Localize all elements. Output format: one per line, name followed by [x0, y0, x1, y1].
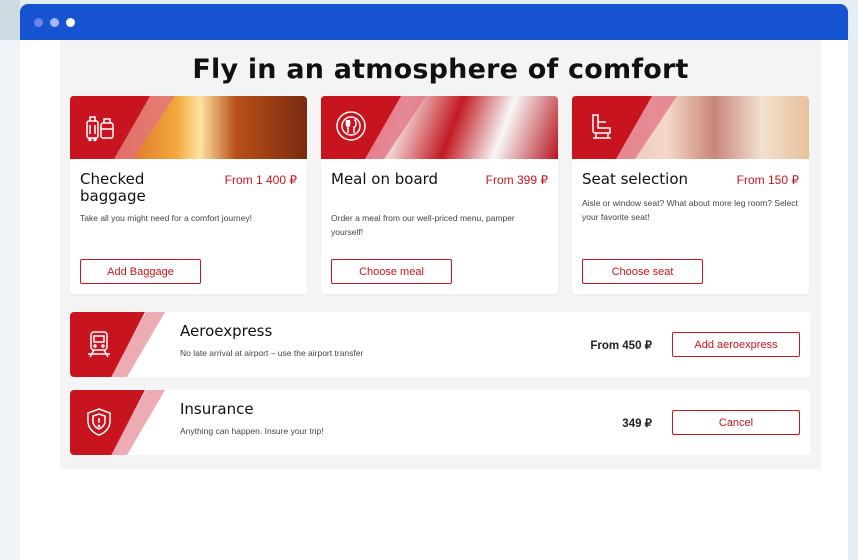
- choose-meal-button[interactable]: Choose meal: [331, 259, 452, 284]
- insurance-row: Insurance Anything can happen. Insure yo…: [70, 390, 810, 455]
- background-strip: [0, 0, 20, 560]
- window-titlebar: [20, 4, 848, 40]
- card-price: From 1 400 ₽: [224, 173, 297, 187]
- aeroexpress-row: Aeroexpress No late arrival at airport –…: [70, 312, 810, 377]
- seat-card-image: [572, 96, 809, 159]
- add-aeroexpress-button[interactable]: Add aeroexpress: [672, 332, 800, 357]
- seat-card: Seat selection From 150 ₽ Aisle or windo…: [572, 96, 809, 294]
- row-description: Anything can happen. Insure your trip!: [180, 426, 324, 436]
- row-title: Aeroexpress: [180, 322, 273, 340]
- baggage-card: Checked baggage From 1 400 ₽ Take all yo…: [70, 96, 307, 294]
- window-control-dot[interactable]: [34, 17, 43, 27]
- luggage-icon: [82, 108, 118, 144]
- card-description: Aisle or window seat? What about more le…: [582, 198, 798, 222]
- card-price: From 399 ₽: [485, 173, 548, 187]
- card-title: Checked baggage: [80, 170, 146, 205]
- meal-card-image: [321, 96, 558, 159]
- choose-seat-button[interactable]: Choose seat: [582, 259, 703, 284]
- browser-window: Fly in an atmosphere of comfort Checked …: [20, 4, 848, 560]
- row-description: No late arrival at airport – use the air…: [180, 348, 364, 358]
- services-panel: Fly in an atmosphere of comfort Checked …: [60, 40, 821, 469]
- card-title: Meal on board: [331, 170, 439, 188]
- row-price: 349 ₽: [622, 418, 652, 430]
- window-control-dot[interactable]: [50, 17, 59, 27]
- row-title: Insurance: [180, 400, 254, 418]
- seat-icon: [584, 108, 620, 144]
- cancel-insurance-button[interactable]: Cancel: [672, 410, 800, 435]
- add-baggage-button[interactable]: Add Baggage: [80, 259, 201, 284]
- page-title: Fly in an atmosphere of comfort: [192, 54, 689, 85]
- card-price: From 150 ₽: [736, 173, 799, 187]
- card-title: Seat selection: [582, 170, 689, 188]
- meal-icon: [333, 108, 369, 144]
- card-description: Order a meal from our well-priced menu, …: [331, 213, 515, 237]
- meal-card: Meal on board From 399 ₽ Order a meal fr…: [321, 96, 558, 294]
- row-price: From 450 ₽: [590, 340, 652, 352]
- background-tab: [0, 0, 20, 40]
- baggage-card-image: [70, 96, 307, 159]
- train-icon: [81, 326, 117, 362]
- card-description: Take all you might need for a comfort jo…: [80, 213, 252, 223]
- window-control-dot[interactable]: [66, 17, 75, 27]
- shield-icon: [81, 404, 117, 440]
